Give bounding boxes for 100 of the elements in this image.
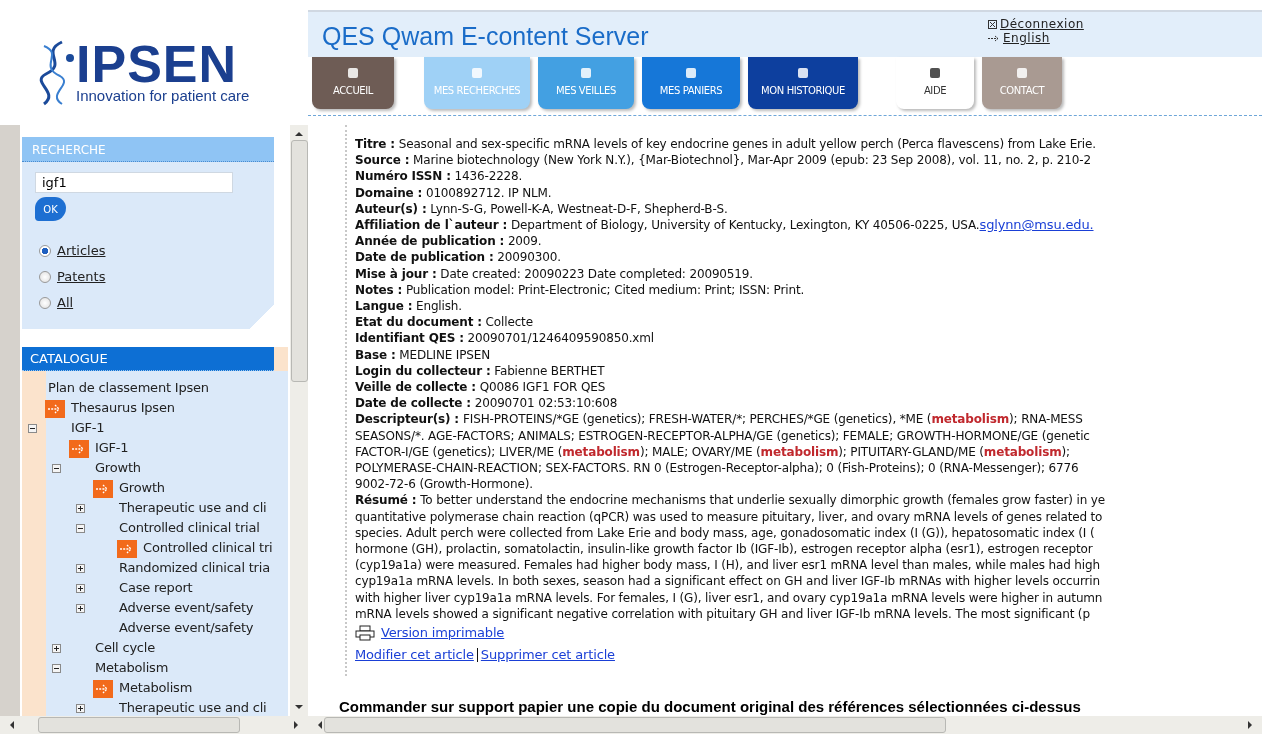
tree-item[interactable]: Cell cycle (95, 640, 156, 655)
tree-item[interactable]: Metabolism (119, 680, 193, 695)
scroll-right-icon[interactable] (1248, 721, 1252, 729)
nav-button[interactable]: MES PANIERS (642, 57, 740, 109)
panel-title: CATALOGUE (22, 347, 274, 371)
tree-item[interactable]: Thesaurus Ipsen (71, 400, 175, 415)
summary-text: quantitative polymerase chain reaction (qPCR) was used to measure pituitary, liver, and ovary mRNA levels of genes related to (355, 509, 1103, 524)
tree-item[interactable]: Plan de classement Ipsen (48, 380, 209, 395)
option-link[interactable]: Articles (57, 243, 106, 258)
tree-item[interactable]: Randomized clinical tria (119, 560, 270, 575)
tree-item[interactable]: Growth (119, 480, 165, 495)
tree-item[interactable]: Therapeutic use and cli (119, 700, 267, 715)
record-field: Titre : Seasonal and sex-specific mRNA levels of key endocrine genes in adult yellow perch (Perca flavescens) from Lake Erie. (355, 137, 1096, 151)
record-field: Date de collecte : 20090701 02:53:10:608 (355, 396, 618, 411)
expand-icon[interactable] (76, 584, 85, 593)
square-icon (685, 67, 697, 79)
expand-icon[interactable] (76, 604, 85, 613)
record-field: Veille de collecte : Q0086 IGF1 FOR QES (355, 380, 606, 395)
square-icon (929, 67, 941, 79)
record-field: Auteur(s) : Lynn-S-G, Powell-K-A, Westneat-D-F, Shepherd-B-S. (355, 201, 728, 216)
summary-text: mRNA levels showed a significant negative correlation with pituitary GH and liver IGF-Ib mRNA levels. The most significant (p (355, 606, 1090, 621)
summary-text: species. Adult perch were collected from Lake Erie and body mass, age, gonadosomatic index (I (G)), hepatosomatic index (I ( (355, 525, 1095, 540)
scrollbar[interactable] (0, 716, 308, 734)
arrow-icon (988, 34, 1000, 42)
radio-button[interactable] (39, 270, 51, 283)
scroll-left-icon[interactable] (10, 721, 14, 729)
tree-item[interactable]: Controlled clinical trial (119, 520, 260, 535)
tree-item[interactable]: Metabolism (95, 660, 169, 675)
scroll-up-icon[interactable] (295, 132, 303, 136)
tree-item[interactable]: IGF-1 (71, 420, 105, 435)
header-link[interactable]: Déconnexion (1000, 17, 1084, 31)
expand-icon[interactable] (52, 644, 61, 653)
nav-button[interactable]: AIDE (896, 57, 974, 109)
tree-item[interactable]: IGF-1 (95, 440, 129, 455)
tree-item[interactable]: Therapeutic use and cli (119, 500, 267, 515)
section-heading: Commander sur support papier une copie du document original des références sélectionnées ci-dessus (339, 697, 1082, 715)
square-icon (580, 67, 592, 79)
logo-wordmark: IPSEN (76, 41, 239, 87)
nav-button[interactable]: ACCUEIL (312, 57, 394, 109)
header-link[interactable]: English (1003, 31, 1050, 45)
record-field: Date de publication : 20090300. (355, 250, 561, 265)
descriptor-text: 9002-72-6 (Growth-Hormone). (355, 477, 533, 492)
summary-text: (cyp19a1a) were measured. Females had higher body mass, I (H), and liver esr1 mRNA level than males, while males had high (355, 558, 1100, 573)
option-link[interactable]: Patents (57, 269, 106, 284)
collapse-icon[interactable] (28, 424, 37, 433)
tree-item[interactable]: Adverse event/safety (119, 620, 254, 635)
email-link[interactable]: sglynn@msu.edu. (979, 217, 1094, 232)
print-link[interactable]: Version imprimable (381, 625, 505, 642)
collapse-icon[interactable] (52, 464, 61, 473)
scrollbar[interactable] (290, 125, 308, 716)
square-icon (347, 67, 359, 79)
expand-icon[interactable] (76, 504, 85, 513)
summary-text: hormone (GH), prolactin, somatolactin, insulin-like growth factor Ib (IGF-Ib), estrogen receptor alpha (esr1), estrogen receptor (355, 542, 1093, 557)
radio-button[interactable] (39, 296, 51, 309)
summary-text: cyp19a1a mRNA levels. In both sexes, season had a significant effect on GH and liver IGF-Ib mRNAs with higher levels occurrin (355, 574, 1100, 589)
printer-icon (355, 625, 375, 642)
option-link[interactable]: All (57, 295, 74, 310)
action-link[interactable]: Modifier cet article (355, 647, 474, 664)
panel-title: RECHERCHE (22, 137, 274, 162)
radio-button[interactable] (39, 244, 51, 257)
record-field: Numéro ISSN : 1436-2228. (355, 169, 523, 184)
tree-item[interactable]: Growth (95, 460, 141, 475)
record-field: Login du collecteur : Fabienne BERTHET (355, 363, 605, 378)
square-icon (471, 67, 483, 79)
square-icon (1016, 67, 1028, 79)
scroll-left-icon[interactable] (318, 721, 322, 729)
descriptor-text: Descripteur(s) : FISH-PROTEINS/*GE (genetics); FRESH-WATER/*; PERCHES/*GE (genetics), *ME (metabolism); RNA-MESS (355, 412, 1083, 427)
scroll-down-icon[interactable] (295, 705, 303, 709)
record-field: Source : Marine biotechnology (New York N.Y.), {Mar-Biotechnol}, Mar-Apr 2009 (epub: 23 Sep 2008), vol. 11, no. 2, p. 210-2 (355, 153, 1091, 168)
expand-icon[interactable] (76, 564, 85, 573)
scroll-right-icon[interactable] (294, 721, 298, 729)
search-field[interactable]: igf1 (35, 172, 233, 193)
record-field: Mise à jour : Date created: 20090223 Date completed: 20090519. (355, 266, 753, 281)
scrollbar[interactable] (308, 716, 1262, 734)
collapse-icon[interactable] (76, 524, 85, 533)
app-title: QES Qwam E-content Server (322, 21, 650, 52)
record-field: Affiliation de l`auteur : Department of Biology, University of Kentucky, Lexington, KY 40506-0225, USA. (355, 218, 980, 232)
descriptor-text: SEASONS/*. AGE-FACTORS; ANIMALS; ESTROGEN-RECEPTOR-ALPHA/GE (genetics); FEMALE; GROWTH-HORMONE/GE (genetic (355, 428, 1090, 443)
descriptor-text: POLYMERASE-CHAIN-REACTION; SEX-FACTORS. RN 0 (Estrogen-Receptor-alpha); 0 (Fish-Proteins); 0 (RNA-Messenger); 6776 (355, 461, 1079, 476)
square-icon (797, 67, 809, 79)
record-field: Domaine : 0100892712. IP NLM. (355, 185, 552, 200)
tree-item[interactable]: Controlled clinical tri (143, 540, 273, 555)
record-field: Identifiant QES : 20090701/1246409590850.xml (355, 331, 655, 346)
record-field: Base : MEDLINE IPSEN (355, 347, 491, 362)
expand-icon[interactable] (76, 704, 85, 713)
action-link[interactable]: Supprimer cet article (480, 647, 615, 664)
nav-button[interactable]: MON HISTORIQUE (748, 57, 858, 109)
record-field: Etat du document : Collecte (355, 315, 533, 330)
collapse-icon[interactable] (52, 664, 61, 673)
ok-button[interactable]: OK (35, 197, 66, 221)
summary-text: with higher liver cyp19a1a mRNA levels. For females, I (G), liver esr1, and ovary cyp19a1a mRNA levels were higher in autumn (355, 590, 1103, 605)
record-field: Notes : Publication model: Print-Electronic; Cited medium: Print; ISSN: Print. (355, 282, 805, 297)
descriptor-text: FACTOR-I/GE (genetics); LIVER/ME (metabolism); MALE; OVARY/ME (metabolism); PITUITARY-GLAND/ME (metabolism); (355, 444, 1070, 459)
logo-tagline: Innovation for patient care (76, 87, 250, 104)
close-box-icon (988, 19, 997, 29)
record-field: Année de publication : 2009. (355, 234, 542, 249)
record-field: Langue : English. (355, 299, 462, 314)
summary-text: Résumé : To better understand the endocrine mechanisms that underlie sexually dimorphic growth (females grow faster) in ye (355, 493, 1106, 508)
tree-item[interactable]: Adverse event/safety (119, 600, 254, 615)
tree-item[interactable]: Case report (119, 580, 193, 595)
